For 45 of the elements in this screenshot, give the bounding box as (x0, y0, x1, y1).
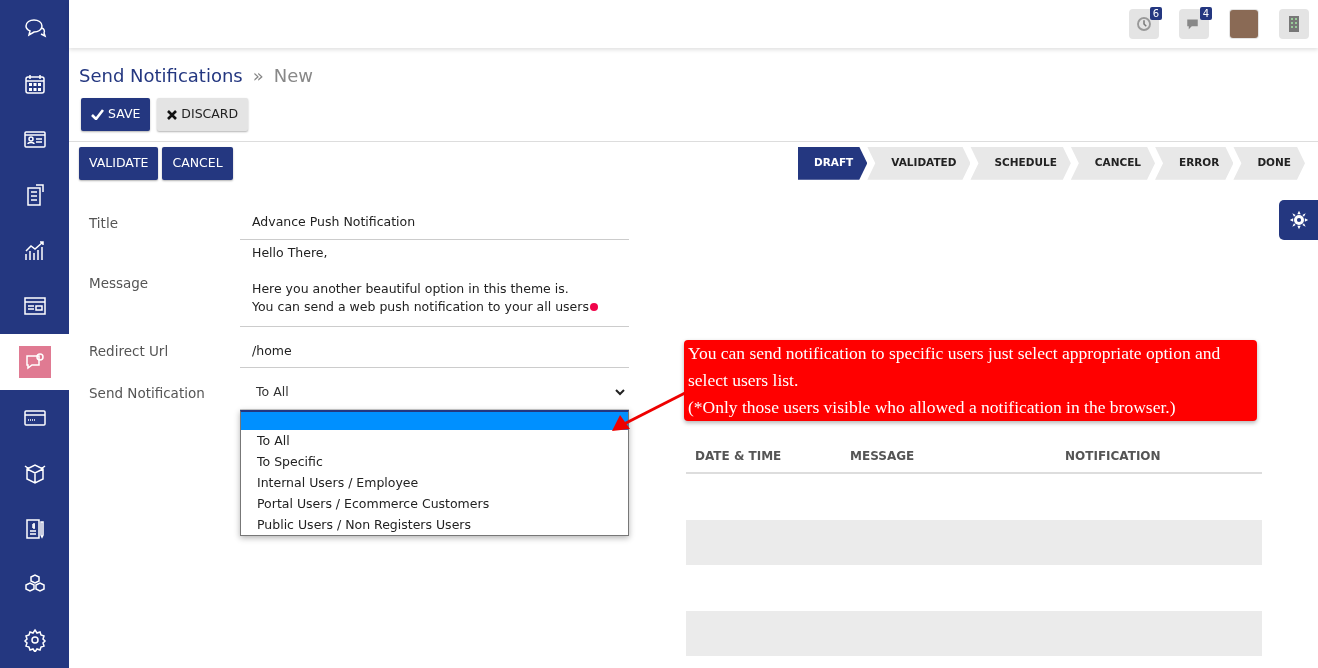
check-icon (91, 109, 104, 120)
field-label: Redirect Url (89, 342, 170, 362)
dropdown-option[interactable]: To All (241, 430, 628, 451)
chart-icon[interactable] (22, 238, 47, 263)
status-stage[interactable]: VALIDATED (867, 146, 971, 180)
activity-icon (1135, 15, 1153, 33)
count-badge: 6 (1149, 7, 1162, 20)
dropdown-option[interactable]: Internal Users / Employee (241, 472, 628, 493)
settings-button[interactable] (1279, 200, 1318, 240)
validate-button[interactable]: VALIDATE (79, 146, 159, 180)
chevron-icon (615, 389, 625, 397)
breadcrumb-current: New (273, 64, 313, 88)
status-stage[interactable]: DRAFT (798, 146, 868, 180)
column-header: MESSAGE (849, 448, 916, 465)
status-stage[interactable]: CANCEL (1070, 146, 1156, 180)
title-field[interactable]: Advance Push Notification (240, 205, 629, 240)
breadcrumb-separator: » (252, 64, 264, 88)
messages-button[interactable]: 4 (1179, 9, 1209, 39)
discard-button[interactable]: DISCARD (157, 98, 249, 131)
column-header: DATE & TIME (694, 448, 783, 465)
settings-icon (1288, 210, 1309, 230)
status-stage[interactable]: ERROR (1155, 146, 1234, 180)
sidebar-active-item[interactable] (18, 345, 51, 378)
dropdown-option[interactable]: To Specific (241, 451, 628, 472)
column-header: NOTIFICATION (1064, 448, 1161, 465)
message-field[interactable]: Hello There, Here you another beautiful option in this theme is. You can send a web push notification to your all users (240, 239, 629, 327)
activity-button[interactable]: 6 (1129, 9, 1159, 39)
save-button[interactable]: SAVE (81, 98, 151, 131)
field-label: Title (89, 213, 119, 233)
annotation-callout: You can send notification to specific users just select appropriate option and select users list. (*Only those users visible who allowed a notification in the browser.) (684, 340, 1257, 421)
redirect-url-field[interactable]: /home (240, 334, 629, 369)
dropdown-option[interactable]: Portal Users / Ecommerce Customers (241, 493, 628, 514)
field-label: Message (89, 273, 150, 293)
count-badge: 4 (1199, 7, 1212, 20)
close-icon (167, 109, 178, 120)
building-button[interactable] (1279, 9, 1309, 39)
status-stage[interactable]: SCHEDULE (970, 146, 1071, 180)
settings-icon[interactable] (22, 628, 47, 653)
dropdown-option[interactable]: Public Users / Non Registers Users (241, 514, 628, 535)
breadcrumb-link[interactable]: Send Notifications (79, 62, 243, 89)
cancel-button[interactable]: CANCEL (162, 146, 233, 180)
box-icon[interactable] (22, 461, 47, 486)
building-icon (1288, 15, 1300, 33)
field-label: Send Notification (89, 384, 206, 403)
status-stage[interactable]: DONE (1233, 146, 1305, 180)
